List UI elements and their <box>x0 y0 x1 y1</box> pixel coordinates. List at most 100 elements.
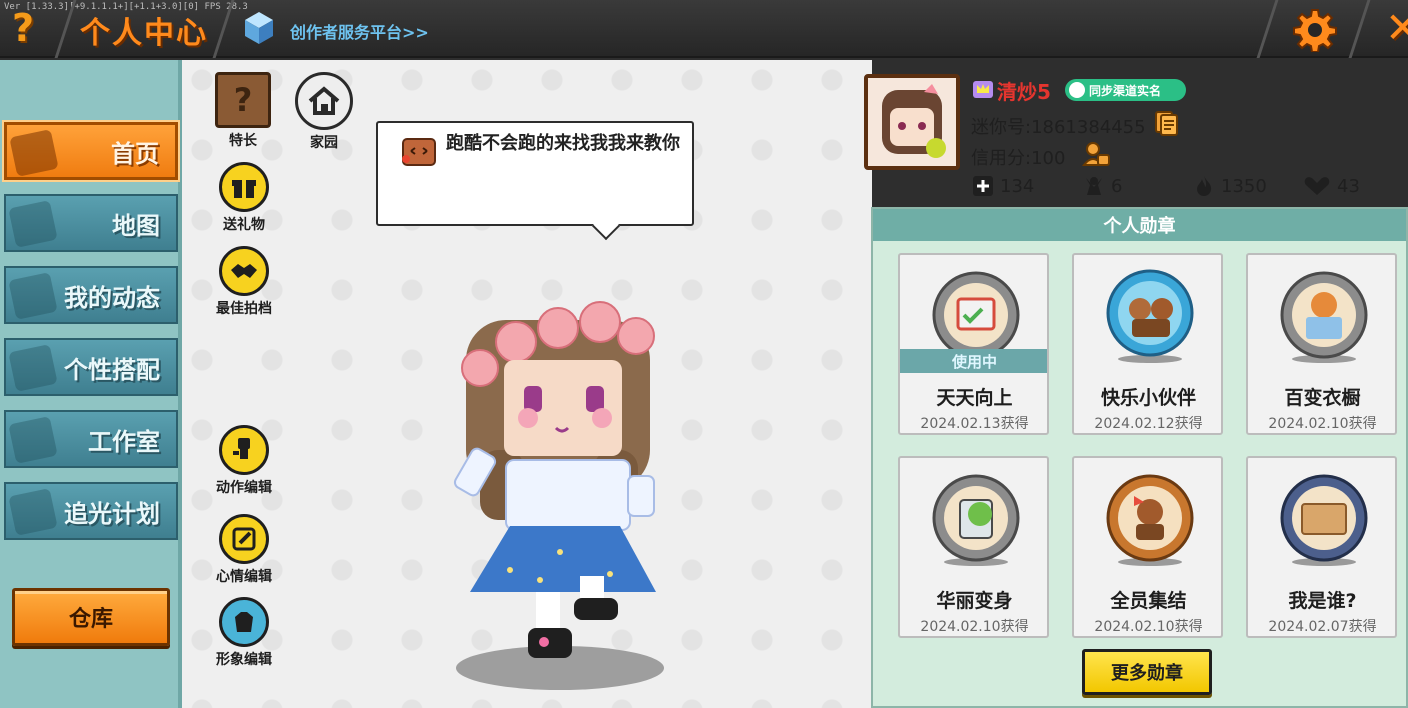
page-title: 个人中心 <box>80 16 208 51</box>
sidebar-item-label: 个性搭配 <box>64 355 160 384</box>
send-gift-button[interactable]: 送礼物 <box>199 162 289 234</box>
medal-card[interactable]: 使用中 天天向上 2024.02.13获得 <box>898 253 1049 435</box>
sidebar-item-label: 追光计划 <box>64 499 160 528</box>
divider <box>1348 0 1371 58</box>
medal-card[interactable]: 华丽变身 2024.02.10获得 <box>898 456 1049 638</box>
stat-fans[interactable]: 6 <box>1083 175 1122 197</box>
talent-button[interactable]: ? 特长 <box>198 72 288 150</box>
stat-likes[interactable]: 43 <box>1303 175 1360 197</box>
divider <box>1256 0 1279 58</box>
medal-name: 我是谁? <box>1288 590 1357 612</box>
medal-card[interactable]: 全员集结 2024.02.10获得 <box>1072 456 1223 638</box>
close-icon[interactable]: ✕ <box>1385 4 1408 52</box>
in-use-badge: 使用中 <box>900 349 1047 373</box>
player-avatar[interactable] <box>440 280 680 700</box>
medal-date: 2024.02.10获得 <box>920 619 1029 635</box>
stat-value: 1350 <box>1221 175 1267 197</box>
creator-platform-link[interactable]: 创作者服务平台>> <box>290 19 429 43</box>
home-icon <box>9 129 59 177</box>
profile-avatar[interactable] <box>864 74 960 170</box>
transform-medal-icon <box>932 474 1020 566</box>
vip-crown-icon <box>973 81 993 98</box>
medal-card[interactable]: 快乐小伙伴 2024.02.12获得 <box>1072 253 1223 435</box>
heart-icon <box>1304 177 1330 195</box>
credit-user-icon[interactable] <box>1082 141 1110 167</box>
warehouse-button[interactable]: 仓库 <box>12 588 170 646</box>
handshake-icon <box>219 246 269 296</box>
sync-badge-label: 同步渠道实名 <box>1089 83 1162 98</box>
edit-icon <box>219 514 269 564</box>
friends-medal-icon <box>1106 269 1194 363</box>
top-bar: Ver [1.33.3][+9.1.1.1+][+1.1+3.0][0] FPS… <box>0 0 1408 58</box>
medal-name: 天天向上 <box>936 387 1013 409</box>
sidebar-item-label: 首页 <box>111 139 159 168</box>
sidebar-item-my-feed[interactable]: 我的动态 <box>4 266 178 324</box>
medal-card[interactable]: 百变衣橱 2024.02.10获得 <box>1246 253 1397 435</box>
gear-icon[interactable] <box>1293 8 1337 52</box>
sidebar-item-home[interactable]: 首页 <box>4 122 178 180</box>
outfit-icon <box>8 344 58 392</box>
medal-date: 2024.02.12获得 <box>1094 416 1203 432</box>
house-icon <box>295 72 353 130</box>
speech-bubble: 跑酷不会跑的来找我我来教你 <box>376 121 694 226</box>
medal-name: 百变衣橱 <box>1284 387 1361 409</box>
sidebar-item-studio[interactable]: 工作室 <box>4 410 178 468</box>
credit-score: 信用分:100 <box>971 148 1066 169</box>
best-partner-label: 最佳拍档 <box>216 301 272 317</box>
sidebar-item-map[interactable]: 地图 <box>4 194 178 252</box>
medal-name: 快乐小伙伴 <box>1100 387 1196 409</box>
user-verified-icon <box>1069 82 1085 98</box>
medal-name: 全员集结 <box>1110 590 1187 612</box>
home-button[interactable]: 家园 <box>279 72 369 152</box>
gift-icon <box>219 162 269 212</box>
speech-text: 跑酷不会跑的来找我我来教你 <box>446 133 680 154</box>
more-medals-button[interactable]: 更多勋章 <box>1082 649 1212 695</box>
question-icon[interactable]: ? <box>12 8 34 48</box>
sidebar-item-label: 地图 <box>112 211 160 240</box>
home-label: 家园 <box>310 135 338 151</box>
send-gift-label: 送礼物 <box>223 217 265 233</box>
action-edit-label: 动作编辑 <box>216 480 272 496</box>
medal-date: 2024.02.07获得 <box>1268 619 1377 635</box>
best-partner-button[interactable]: 最佳拍档 <box>199 246 289 318</box>
mood-edit-button[interactable]: 心情编辑 <box>199 514 289 586</box>
outfit-edit-icon <box>219 597 269 647</box>
fans-icon <box>1086 177 1102 195</box>
mood-edit-label: 心情编辑 <box>216 569 272 585</box>
medal-date: 2024.02.10获得 <box>1268 416 1377 432</box>
fire-icon <box>1197 176 1212 196</box>
pose-icon <box>219 425 269 475</box>
stat-popularity[interactable]: 1350 <box>1193 175 1267 197</box>
image-edit-button[interactable]: 形象编辑 <box>199 597 289 669</box>
in-use-label: 使用中 <box>951 352 997 371</box>
stat-value: 134 <box>1000 175 1035 197</box>
plan-icon <box>8 488 58 536</box>
sidebar-item-outfit[interactable]: 个性搭配 <box>4 338 178 396</box>
sidebar-item-label: 工作室 <box>88 427 160 456</box>
more-medals-label: 更多勋章 <box>1111 663 1183 684</box>
wardrobe-medal-icon <box>1280 271 1368 363</box>
mini-id: 迷你号:1861384455 <box>971 117 1146 138</box>
copy-icon[interactable] <box>1153 110 1179 136</box>
sync-realname-badge[interactable]: 同步渠道实名 <box>1065 79 1186 101</box>
action-edit-button[interactable]: 动作编辑 <box>199 425 289 497</box>
sidebar-item-label: 我的动态 <box>64 283 160 312</box>
nickname: 清炒5 <box>997 80 1051 104</box>
medal-date: 2024.02.10获得 <box>1094 619 1203 635</box>
warehouse-label: 仓库 <box>68 607 113 632</box>
calendar-medal-icon <box>932 271 1020 363</box>
stat-value: 43 <box>1337 175 1360 197</box>
image-edit-label: 形象编辑 <box>216 652 272 668</box>
who-am-i-medal-icon <box>1280 474 1368 566</box>
medal-date: 2024.02.13获得 <box>920 416 1029 432</box>
cube-icon[interactable] <box>244 11 274 45</box>
medal-panel-header: 个人勋章 <box>873 209 1406 241</box>
medal-name: 华丽变身 <box>936 590 1013 612</box>
stat-follow[interactable]: 134 <box>972 175 1034 197</box>
bell-icon <box>8 272 58 320</box>
sidebar-item-plan[interactable]: 追光计划 <box>4 482 178 540</box>
medal-panel-title: 个人勋章 <box>1103 216 1176 237</box>
medal-card[interactable]: 我是谁? 2024.02.07获得 <box>1246 456 1397 638</box>
talent-label: 特长 <box>229 133 257 149</box>
gather-medal-icon <box>1106 474 1194 566</box>
